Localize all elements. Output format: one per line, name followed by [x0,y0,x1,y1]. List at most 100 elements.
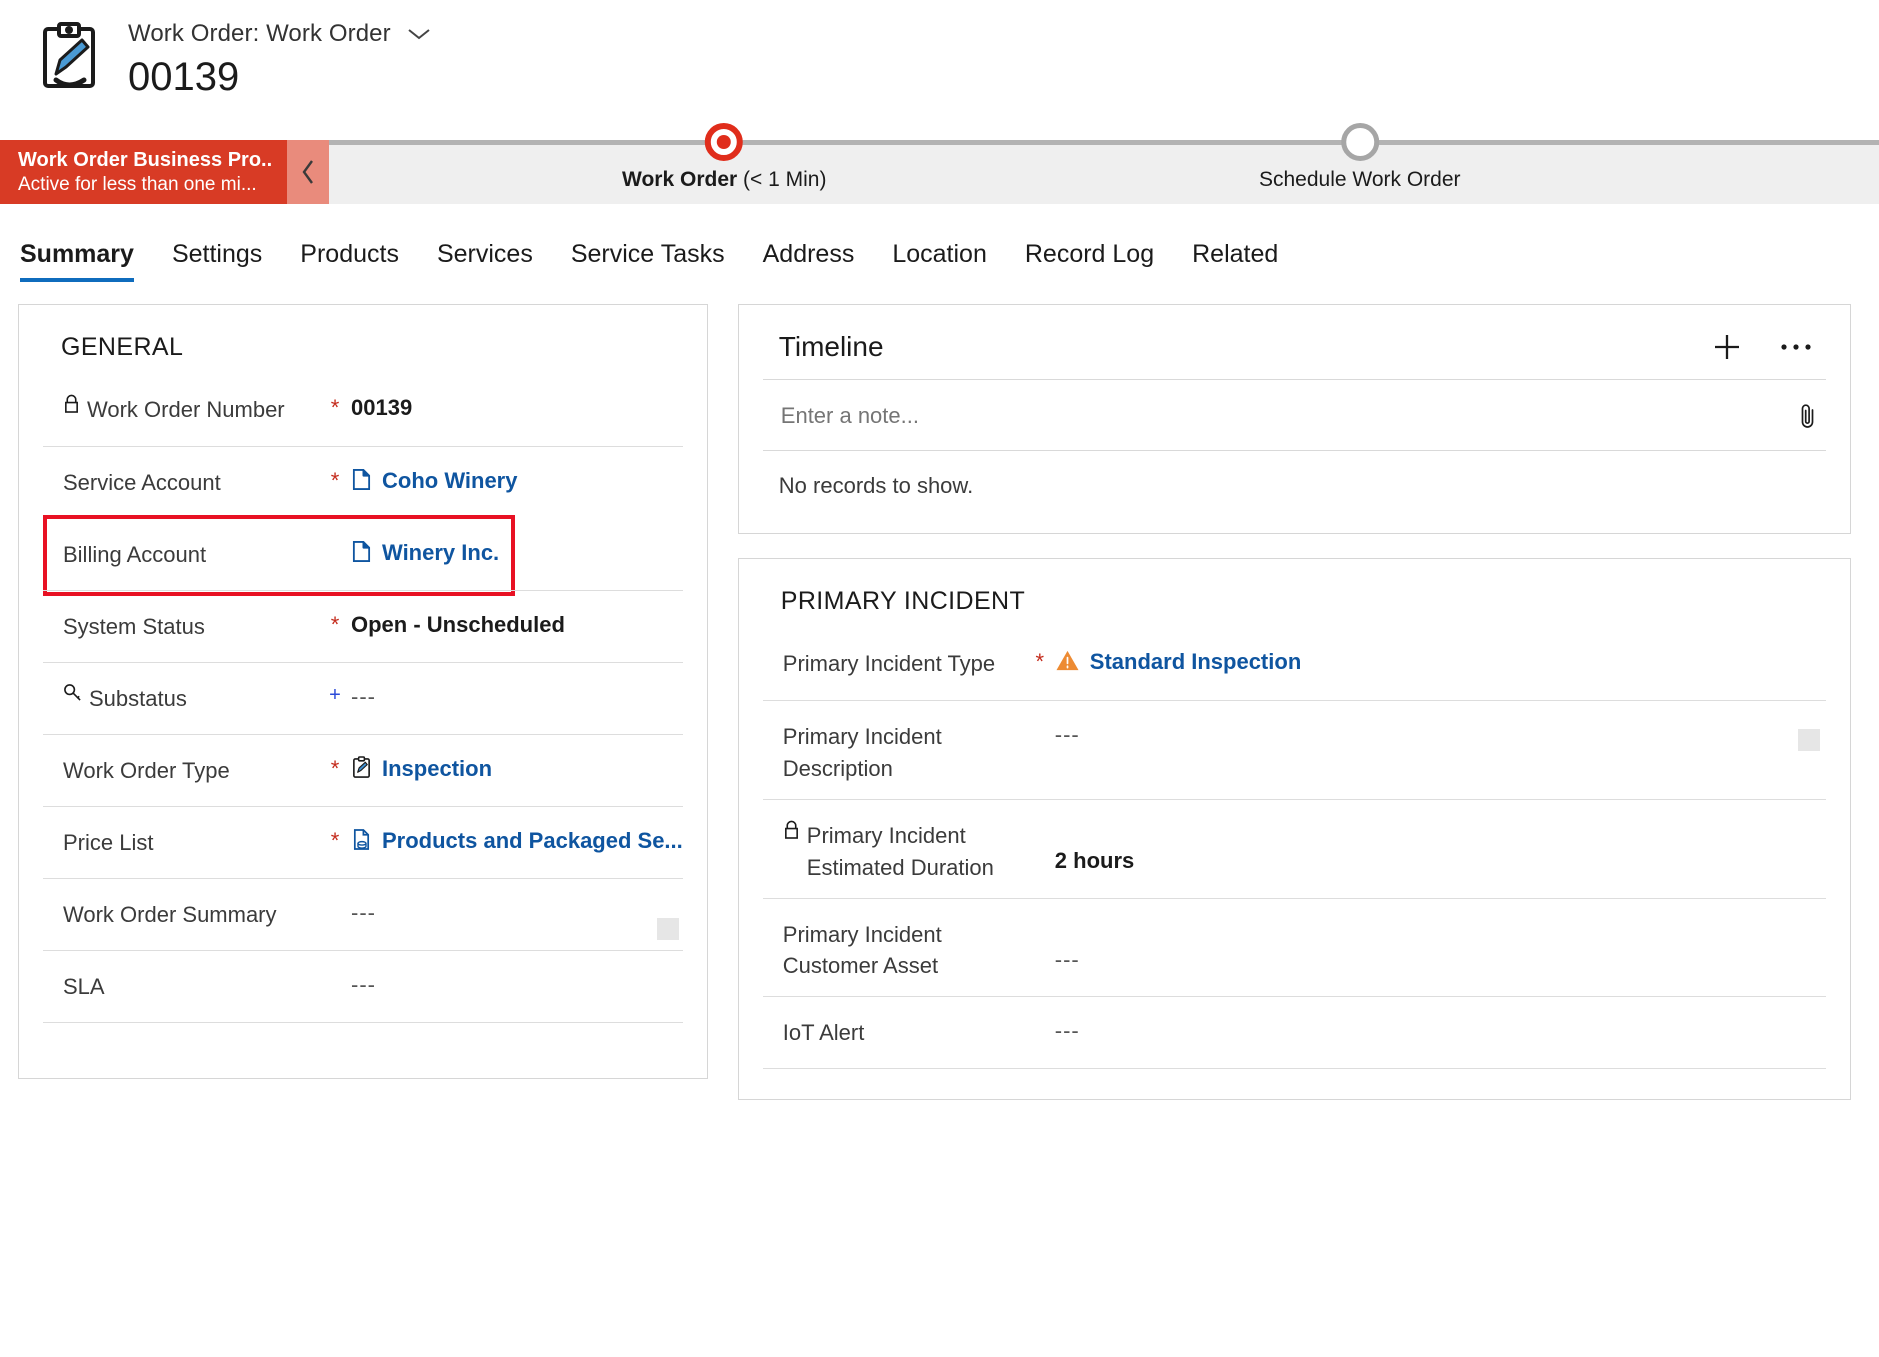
right-column: Timeline Enter a note... No records to s… [737,304,1851,1101]
record-header: Work Order: Work Order 00139 [0,0,1879,140]
field-value-substatus: --- [351,684,376,709]
bpf-collapse-button[interactable] [287,140,329,204]
field-substatus[interactable]: Substatus + --- [43,662,683,734]
primary-incident-title: PRIMARY INCIDENT [780,587,1026,615]
bpf-stage-track: Work Order (< 1 Min) Schedule Work Order [329,123,1879,204]
field-value-system-status: Open - Unscheduled [351,612,565,637]
bpf-stage-work-order[interactable]: Work Order (< 1 Min) [622,123,826,192]
chevron-down-icon[interactable] [407,27,431,41]
field-label-text: Price List [63,830,154,855]
incident-warning-icon [1055,649,1080,672]
general-section-title: GENERAL [61,333,184,361]
bpf-process-name: Work Order Business Pro... [18,149,273,171]
bpf-title-block[interactable]: Work Order Business Pro... Active for le… [0,140,287,204]
field-label-text: System Status [63,614,205,639]
bpf-stage-schedule-work-order[interactable]: Schedule Work Order [1258,123,1461,192]
field-label-text: Substatus [89,686,187,711]
bpf-progress-line [329,140,1879,145]
bpf-stage-node-active [705,123,744,161]
paperclip-icon[interactable] [1798,402,1818,430]
required-marker [1025,820,1055,821]
field-work-order-type[interactable]: Work Order Type * Inspection [43,734,683,806]
general-bottom-divider [43,1022,683,1023]
tab-address[interactable]: Address [763,240,855,282]
field-value-price-list[interactable]: Products and Packaged Se... [382,828,683,854]
form-tab-bar: Summary Settings Products Services Servi… [0,204,1879,282]
field-label-text: Service Account [63,470,221,495]
required-marker [319,899,351,900]
resize-handle[interactable] [656,918,679,940]
field-label-text: Primary Incident Customer Asset [782,921,942,979]
field-value-primary-incident-customer-asset: --- [1054,946,1080,972]
required-marker [319,539,351,540]
field-primary-incident-description[interactable]: Primary Incident Description --- [762,700,1826,799]
required-marker: * [330,756,340,781]
tab-location[interactable]: Location [892,240,987,282]
field-billing-account[interactable]: Billing Account Winery Inc. [43,515,683,596]
note-input[interactable] [778,402,1611,430]
resize-handle[interactable] [1798,729,1820,751]
field-value-primary-incident-description: --- [1054,722,1080,747]
bpf-stage-label: Schedule Work Order [1258,168,1461,191]
bpf-stage-label: Work Order [622,168,738,191]
general-section-card: GENERAL Work Order Number * 00139 Servic… [18,304,708,1079]
required-marker [1025,919,1055,920]
timeline-header: Timeline [763,305,1826,379]
required-marker: * [330,828,340,853]
field-value-iot-alert: --- [1054,1018,1080,1044]
field-value-service-account[interactable]: Coho Winery [382,468,517,494]
ellipsis-icon[interactable] [1780,343,1812,351]
required-marker [1025,1017,1055,1018]
field-primary-incident-customer-asset[interactable]: Primary Incident Customer Asset --- [762,897,1826,997]
tab-related[interactable]: Related [1192,240,1278,282]
timeline-title: Timeline [778,331,884,362]
plus-icon[interactable] [1712,332,1742,362]
field-service-account[interactable]: Service Account * Coho Winery [43,446,683,518]
field-value-work-order-summary: --- [351,900,376,925]
field-label-text: Primary Incident Type [782,651,996,676]
field-primary-incident-type[interactable]: Primary Incident Type * Standard Inspect… [763,628,1826,700]
tab-service-tasks[interactable]: Service Tasks [571,240,725,282]
field-work-order-summary[interactable]: Work Order Summary --- [43,878,683,950]
timeline-empty-message: No records to show. [762,450,1826,507]
field-label-text: Work Order Summary [63,902,277,927]
work-order-form-page: Work Order: Work Order 00139 Work Order … [0,0,1879,1357]
entity-label: Work Order: Work Order [128,20,391,47]
field-value-primary-incident-type[interactable]: Standard Inspection [1090,649,1301,675]
field-label-text: IoT Alert [782,1020,865,1046]
primary-incident-bottom-divider [762,1068,1826,1070]
bpf-stage-node-inactive [1340,123,1379,161]
field-primary-incident-estimated-duration[interactable]: Primary Incident Estimated Duration 2 ho… [762,798,1826,898]
tab-services[interactable]: Services [437,240,533,282]
field-label-text: Primary Incident Description [782,724,942,781]
tab-settings[interactable]: Settings [172,240,262,282]
field-system-status[interactable]: System Status * Open - Unscheduled [43,590,683,662]
timeline-note-row [762,379,1826,450]
price-list-icon [351,828,372,851]
optional-marker: + [329,684,341,706]
header-text-block: Work Order: Work Order 00139 [128,16,431,98]
field-label-text: Billing Account [63,542,207,567]
tab-summary[interactable]: Summary [20,240,134,282]
work-order-type-icon [351,756,372,779]
tab-record-log[interactable]: Record Log [1025,240,1154,282]
field-value-sla: --- [351,972,376,997]
required-marker: * [330,395,340,420]
required-marker: * [330,468,340,493]
field-sla[interactable]: SLA --- [43,950,683,1022]
lock-icon [63,394,80,413]
field-work-order-number[interactable]: Work Order Number * 00139 [43,374,683,446]
primary-incident-card: PRIMARY INCIDENT Primary Incident Type *… [737,558,1851,1101]
required-marker [1025,721,1055,722]
field-label-text: Primary Incident Estimated Duration [806,822,994,880]
tab-products[interactable]: Products [300,240,399,282]
bpf-process-status: Active for less than one mi... [18,174,257,195]
field-value-work-order-type[interactable]: Inspection [382,756,492,782]
field-label-text: Work Order Type [63,758,230,783]
required-marker [319,971,351,972]
business-process-flow-bar: Work Order Business Pro... Active for le… [0,123,1879,204]
field-price-list[interactable]: Price List * Products and Packaged Se... [43,806,683,878]
page-title: 00139 [128,55,240,99]
field-iot-alert[interactable]: IoT Alert --- [762,996,1826,1068]
field-value-billing-account[interactable]: Winery Inc. [382,540,499,566]
